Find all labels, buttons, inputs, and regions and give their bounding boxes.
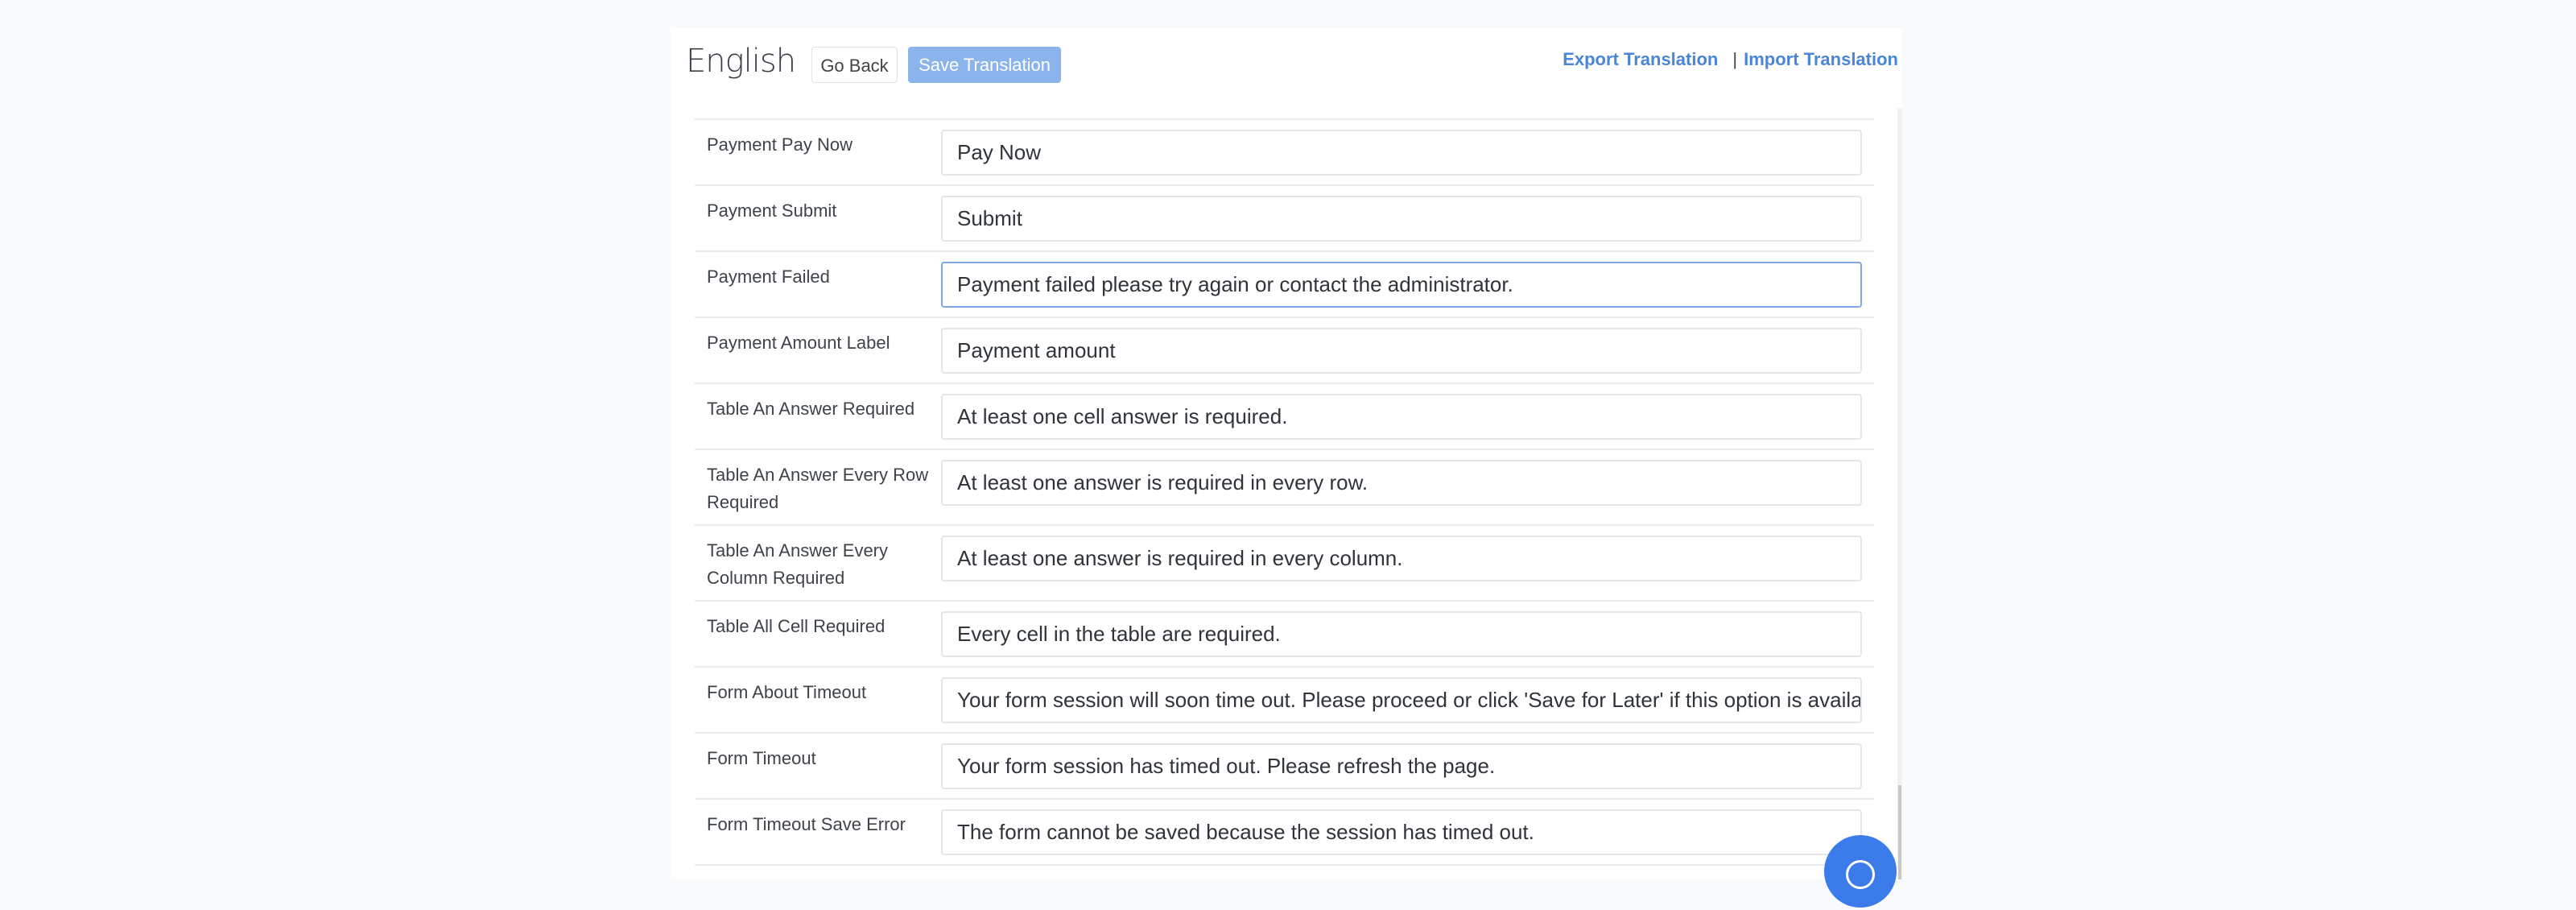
translation-panel: English Go Back Save Translation Export …	[671, 28, 1902, 879]
translation-row: Payment Pay Now Pay Now	[695, 118, 1874, 184]
link-separator: |	[1732, 49, 1738, 69]
translation-value-input[interactable]: Payment amount	[941, 328, 1862, 374]
scrollbar-thumb[interactable]	[1898, 785, 1901, 879]
translation-key-label: Payment Pay Now	[707, 134, 852, 155]
translation-value-input[interactable]: Payment failed please try again or conta…	[941, 262, 1862, 308]
chat-icon	[1846, 860, 1875, 889]
translation-row: Payment Failed Payment failed please try…	[695, 250, 1874, 316]
translation-key-label: Form Timeout Save Error	[707, 814, 906, 834]
export-translation-link[interactable]: Export Translation	[1563, 49, 1718, 69]
translation-row: Table An Answer Every Row Required At le…	[695, 449, 1874, 524]
translation-value-input[interactable]: Pay Now	[941, 130, 1862, 176]
translation-value-input[interactable]: Your form session will soon time out. Pl…	[941, 677, 1862, 723]
translation-key-label: Payment Failed	[707, 267, 830, 287]
import-translation-link[interactable]: Import Translation	[1744, 49, 1898, 69]
translation-key-label: Table An Answer Required	[707, 399, 915, 419]
translation-key-label: Form About Timeout	[707, 682, 867, 702]
chat-button[interactable]	[1824, 835, 1897, 908]
translation-list: Payment Pay Now Pay Now Payment Submit S…	[695, 118, 1874, 866]
translation-key-label: Table An Answer Every Row Required	[707, 465, 929, 512]
save-translation-button[interactable]: Save Translation	[908, 47, 1061, 83]
scrollbar-track[interactable]	[1897, 109, 1902, 879]
translation-key-label: Form Timeout	[707, 748, 816, 768]
page-title: English	[686, 43, 796, 80]
translation-value-input[interactable]: At least one cell answer is required.	[941, 394, 1862, 440]
translation-row: Form Timeout Save Error The form cannot …	[695, 798, 1874, 864]
page-background	[0, 879, 2576, 910]
translation-key-label: Payment Submit	[707, 201, 837, 221]
translation-row: Payment Submit Submit	[695, 184, 1874, 250]
translation-value-input[interactable]: At least one answer is required in every…	[941, 460, 1862, 506]
translation-key-label: Table An Answer Every Column Required	[707, 540, 889, 588]
translation-row: Table An Answer Every Column Required At…	[695, 524, 1874, 600]
translation-row: Payment Amount Label Payment amount	[695, 316, 1874, 383]
translation-row: Form Timeout Your form session has timed…	[695, 732, 1874, 798]
go-back-button[interactable]: Go Back	[811, 47, 898, 83]
translation-value-input[interactable]: At least one answer is required in every…	[941, 536, 1862, 581]
translation-value-input[interactable]: Every cell in the table are required.	[941, 611, 1862, 657]
translation-value-input[interactable]: Submit	[941, 196, 1862, 242]
translation-key-label: Table All Cell Required	[707, 616, 886, 636]
translation-row: Table All Cell Required Every cell in th…	[695, 600, 1874, 666]
translation-value-input[interactable]: Your form session has timed out. Please …	[941, 743, 1862, 789]
translation-key-label: Payment Amount Label	[707, 333, 890, 353]
translation-value-input[interactable]: The form cannot be saved because the ses…	[941, 809, 1862, 855]
translation-row: Table An Answer Required At least one ce…	[695, 383, 1874, 449]
row-divider	[695, 864, 1874, 866]
translation-links: Export Translation | Import Translation	[1563, 49, 1898, 70]
translation-row: Form About Timeout Your form session wil…	[695, 666, 1874, 732]
